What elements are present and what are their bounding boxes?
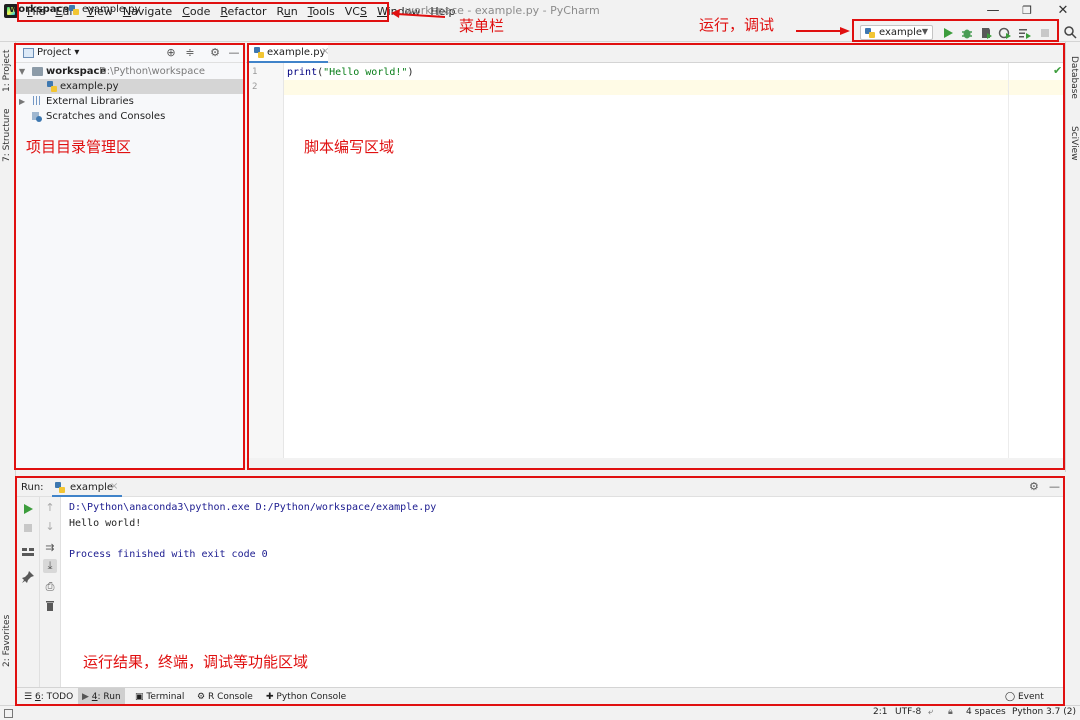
structure-tool-tab[interactable]: 7: Structure xyxy=(2,109,12,163)
sciview-tool-tab[interactable]: SciView xyxy=(1069,126,1079,161)
file-encoding[interactable]: UTF-8 xyxy=(895,707,921,717)
annotation-box-editor xyxy=(247,43,1065,470)
project-tool-tab[interactable]: 1: Project xyxy=(2,50,12,92)
search-icon[interactable] xyxy=(1063,25,1077,39)
annotation-box-project xyxy=(14,43,245,470)
lock-icon[interactable]: 🔒︎ xyxy=(948,707,953,717)
database-tool-tab[interactable]: Database xyxy=(1069,56,1079,99)
annotation-arrow-icon xyxy=(796,27,850,35)
minimize-button[interactable]: — xyxy=(978,2,1008,20)
annotation-box-menu-bar xyxy=(17,2,389,22)
line-separator-icon[interactable]: ⤶ xyxy=(928,707,933,717)
annotation-arrow-icon xyxy=(391,9,445,18)
indent-setting[interactable]: 4 spaces xyxy=(966,707,1006,717)
close-window-button[interactable]: ✕ xyxy=(1048,2,1078,20)
status-bar: 2:1 UTF-8 ⤶ 🔒︎ 4 spaces Python 3.7 (2) xyxy=(0,705,1080,720)
maximize-button[interactable]: ❐ xyxy=(1012,2,1042,20)
right-tool-strip: Database SciView xyxy=(1065,42,1080,472)
annotation-run-debug: 运行，调试 xyxy=(699,16,775,34)
annotation-project-area: 项目目录管理区 xyxy=(26,138,132,156)
annotation-box-run-toolbar xyxy=(852,19,1059,42)
toggle-tool-windows-icon[interactable] xyxy=(4,709,13,718)
annotation-editor-area: 脚本编写区域 xyxy=(304,138,395,156)
python-interpreter[interactable]: Python 3.7 (2) xyxy=(1012,707,1076,717)
caret-position[interactable]: 2:1 xyxy=(873,707,887,717)
annotation-run-area: 运行结果，终端，调试等功能区域 xyxy=(83,653,309,671)
annotation-menu-bar: 菜单栏 xyxy=(459,17,505,35)
favorites-tool-tab[interactable]: 2: Favorites xyxy=(2,615,12,667)
